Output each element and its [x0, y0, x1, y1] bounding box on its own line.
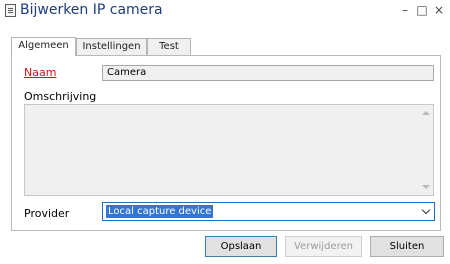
chevron-down-icon[interactable] — [421, 205, 431, 215]
window-title: Bijwerken IP camera — [20, 2, 163, 18]
tab-algemeen[interactable]: Algemeen — [11, 37, 76, 56]
tab-test[interactable]: Test — [147, 38, 191, 55]
close-window-button[interactable]: × — [431, 1, 447, 19]
scroll-down-icon[interactable] — [422, 185, 430, 189]
provider-selected-value: Local capture device — [106, 205, 214, 218]
provider-label: Provider — [24, 207, 70, 220]
document-icon — [5, 4, 16, 17]
maximize-button[interactable]: □ — [414, 1, 430, 19]
close-button[interactable]: Sluiten — [370, 236, 444, 257]
description-label: Omschrijving — [24, 90, 97, 103]
save-button[interactable]: Opslaan — [205, 236, 277, 257]
description-scrollbar[interactable] — [419, 105, 433, 195]
tab-instellingen[interactable]: Instellingen — [76, 38, 147, 55]
name-field[interactable]: Camera — [102, 65, 434, 81]
provider-select[interactable]: Local capture device — [102, 202, 435, 221]
name-label: Naam — [24, 66, 57, 79]
title-bar: Bijwerken IP camera – □ × — [0, 0, 450, 22]
scroll-up-icon[interactable] — [422, 111, 430, 115]
minimize-button[interactable]: – — [397, 1, 413, 19]
description-field[interactable] — [24, 104, 434, 196]
delete-button[interactable]: Verwijderen — [285, 236, 362, 257]
tab-panel-algemeen: Naam Camera Omschrijving Provider Local … — [11, 55, 441, 231]
